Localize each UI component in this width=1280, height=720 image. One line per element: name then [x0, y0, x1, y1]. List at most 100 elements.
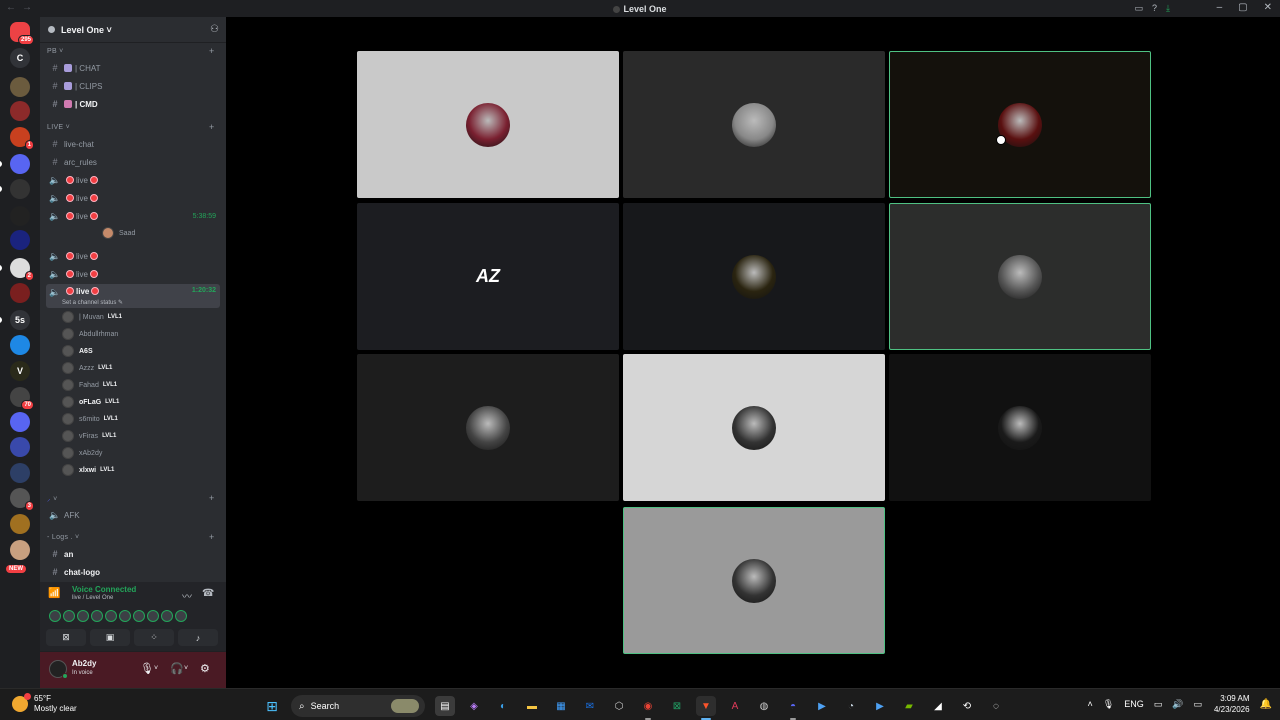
- discord-icon[interactable]: ◓: [783, 696, 803, 720]
- server-icon[interactable]: 70: [10, 387, 34, 410]
- adobe-icon[interactable]: A: [725, 696, 745, 716]
- server-icon[interactable]: C: [10, 48, 30, 68]
- channel-cmd[interactable]: # | CMD: [46, 96, 220, 112]
- audio-options-chevron-icon[interactable]: ˅: [184, 665, 188, 672]
- channel-live-chat[interactable]: # live-chat: [46, 136, 220, 152]
- excel-icon[interactable]: ⊠: [667, 696, 687, 716]
- headphones-icon[interactable]: 🎧: [170, 662, 184, 675]
- voice-user[interactable]: vFiras LVL1: [62, 429, 116, 443]
- server-icon[interactable]: [10, 283, 30, 303]
- disconnect-icon[interactable]: ☎: [202, 588, 214, 599]
- voice-user[interactable]: | Muvan LVL1: [62, 310, 122, 324]
- voice-user[interactable]: Fahad LVL1: [62, 378, 117, 392]
- voice-channel-live-active[interactable]: 🔈 live 5:38:59: [46, 208, 220, 224]
- voice-user[interactable]: oFLaG LVL1: [62, 395, 119, 409]
- channel-chat[interactable]: # | CHAT: [46, 60, 220, 76]
- microphone-tray-icon[interactable]: 🎙: [1103, 699, 1114, 710]
- server-icon[interactable]: [10, 437, 30, 457]
- mic-options-chevron-icon[interactable]: ˅: [154, 665, 158, 672]
- nvidia-icon[interactable]: ▰: [899, 696, 919, 716]
- notification-bell-icon[interactable]: 🔔: [1260, 699, 1272, 710]
- server-icon[interactable]: V: [10, 361, 30, 381]
- server-icon[interactable]: [0, 179, 30, 199]
- voice-user[interactable]: A6S: [62, 344, 93, 358]
- steam-icon[interactable]: ◔: [841, 696, 861, 716]
- guild-header[interactable]: Level One ˅ ⚇: [40, 17, 226, 43]
- invite-people-icon[interactable]: ⚇: [210, 24, 219, 35]
- avatar[interactable]: [49, 610, 61, 622]
- voice-user-saad[interactable]: Saad⊘ ⊘: [102, 226, 135, 240]
- taskbar-search[interactable]: ⌕ Search: [291, 695, 425, 717]
- participant-tile[interactable]: [889, 203, 1151, 350]
- add-channel-icon[interactable]: +: [209, 493, 215, 503]
- screen-share-button[interactable]: ▣: [90, 629, 130, 646]
- category-pb[interactable]: PB ˅ +: [47, 46, 214, 56]
- avatar[interactable]: [147, 610, 159, 622]
- avatar[interactable]: [105, 610, 117, 622]
- server-icon[interactable]: [10, 230, 30, 250]
- inbox-icon[interactable]: ▭: [1134, 3, 1143, 14]
- category-live[interactable]: LIVE ˅ +: [47, 122, 214, 132]
- server-icon[interactable]: [10, 77, 30, 97]
- voice-channel-live[interactable]: 🔈 live: [46, 266, 220, 282]
- brave-icon[interactable]: ▼: [696, 696, 716, 720]
- server-icon[interactable]: [10, 540, 30, 560]
- server-icon[interactable]: [10, 101, 30, 121]
- server-icon[interactable]: [10, 335, 30, 355]
- voice-user[interactable]: s6mito LVL1: [62, 412, 118, 426]
- avatar[interactable]: [63, 610, 75, 622]
- server-icon[interactable]: 3: [10, 488, 34, 511]
- volume-icon[interactable]: 🔊: [1172, 699, 1183, 710]
- server-icon[interactable]: 295: [10, 22, 34, 45]
- language-indicator[interactable]: ENG: [1124, 699, 1144, 709]
- maximize-icon[interactable]: ▢: [1238, 2, 1247, 13]
- participant-tile[interactable]: [623, 354, 885, 501]
- server-icon[interactable]: [10, 206, 30, 226]
- outlook-icon[interactable]: ✉: [580, 696, 600, 716]
- activities-button[interactable]: ⁘: [134, 629, 174, 646]
- settings-gear-icon[interactable]: ⚙: [200, 662, 210, 675]
- participant-tile[interactable]: [623, 51, 885, 198]
- participant-tile[interactable]: [357, 51, 619, 198]
- help-icon[interactable]: ?: [1152, 3, 1157, 14]
- weather-widget[interactable]: 65°F Mostly clear: [12, 693, 77, 714]
- add-channel-icon[interactable]: +: [209, 122, 215, 132]
- voice-user[interactable]: xAb2dy: [62, 446, 102, 460]
- add-channel-icon[interactable]: +: [209, 46, 215, 56]
- participant-tile[interactable]: [623, 203, 885, 350]
- channel-an[interactable]: # an: [46, 546, 220, 562]
- edge-icon[interactable]: ◐: [493, 696, 513, 716]
- app-icon[interactable]: ◍: [754, 696, 774, 716]
- download-update-icon[interactable]: ⤓: [1166, 3, 1170, 14]
- voice-channel-afk[interactable]: 🔈 AFK: [46, 507, 220, 523]
- battery-icon[interactable]: ▭: [1193, 699, 1202, 710]
- app-icon[interactable]: ⟲: [957, 696, 977, 716]
- soundboard-button[interactable]: ♪: [178, 629, 218, 646]
- participant-tile[interactable]: [357, 354, 619, 501]
- avatar[interactable]: [175, 610, 187, 622]
- avatar[interactable]: [91, 610, 103, 622]
- server-icon[interactable]: 1: [10, 127, 34, 150]
- voice-channel-link[interactable]: live / Level One: [72, 595, 113, 601]
- voice-user[interactable]: Abdullrhman: [62, 327, 118, 341]
- add-channel-icon[interactable]: +: [209, 532, 215, 542]
- app-icon[interactable]: ◢: [928, 696, 948, 716]
- noise-suppression-icon[interactable]: 〰: [182, 588, 192, 603]
- chrome-icon[interactable]: ◉: [638, 696, 658, 720]
- server-icon[interactable]: [0, 154, 30, 174]
- minimize-icon[interactable]: –: [1217, 2, 1223, 13]
- app-icon[interactable]: ▶: [812, 696, 832, 716]
- connection-signal-icon[interactable]: 📶: [48, 588, 60, 599]
- avatar[interactable]: [161, 610, 173, 622]
- windows-start-icon[interactable]: ⊞: [262, 696, 282, 716]
- voice-channel-live[interactable]: 🔈 live: [46, 190, 220, 206]
- app-icon[interactable]: ⬡: [609, 696, 629, 716]
- participant-tile[interactable]: [623, 507, 885, 654]
- network-icon[interactable]: ▭: [1154, 699, 1163, 710]
- server-icon[interactable]: [10, 463, 30, 483]
- server-icon[interactable]: [10, 514, 30, 534]
- close-icon[interactable]: ✕: [1264, 2, 1272, 13]
- camera-off-button[interactable]: ⊠: [46, 629, 86, 646]
- store-icon[interactable]: ▦: [551, 696, 571, 716]
- server-icon[interactable]: 5s: [0, 310, 30, 330]
